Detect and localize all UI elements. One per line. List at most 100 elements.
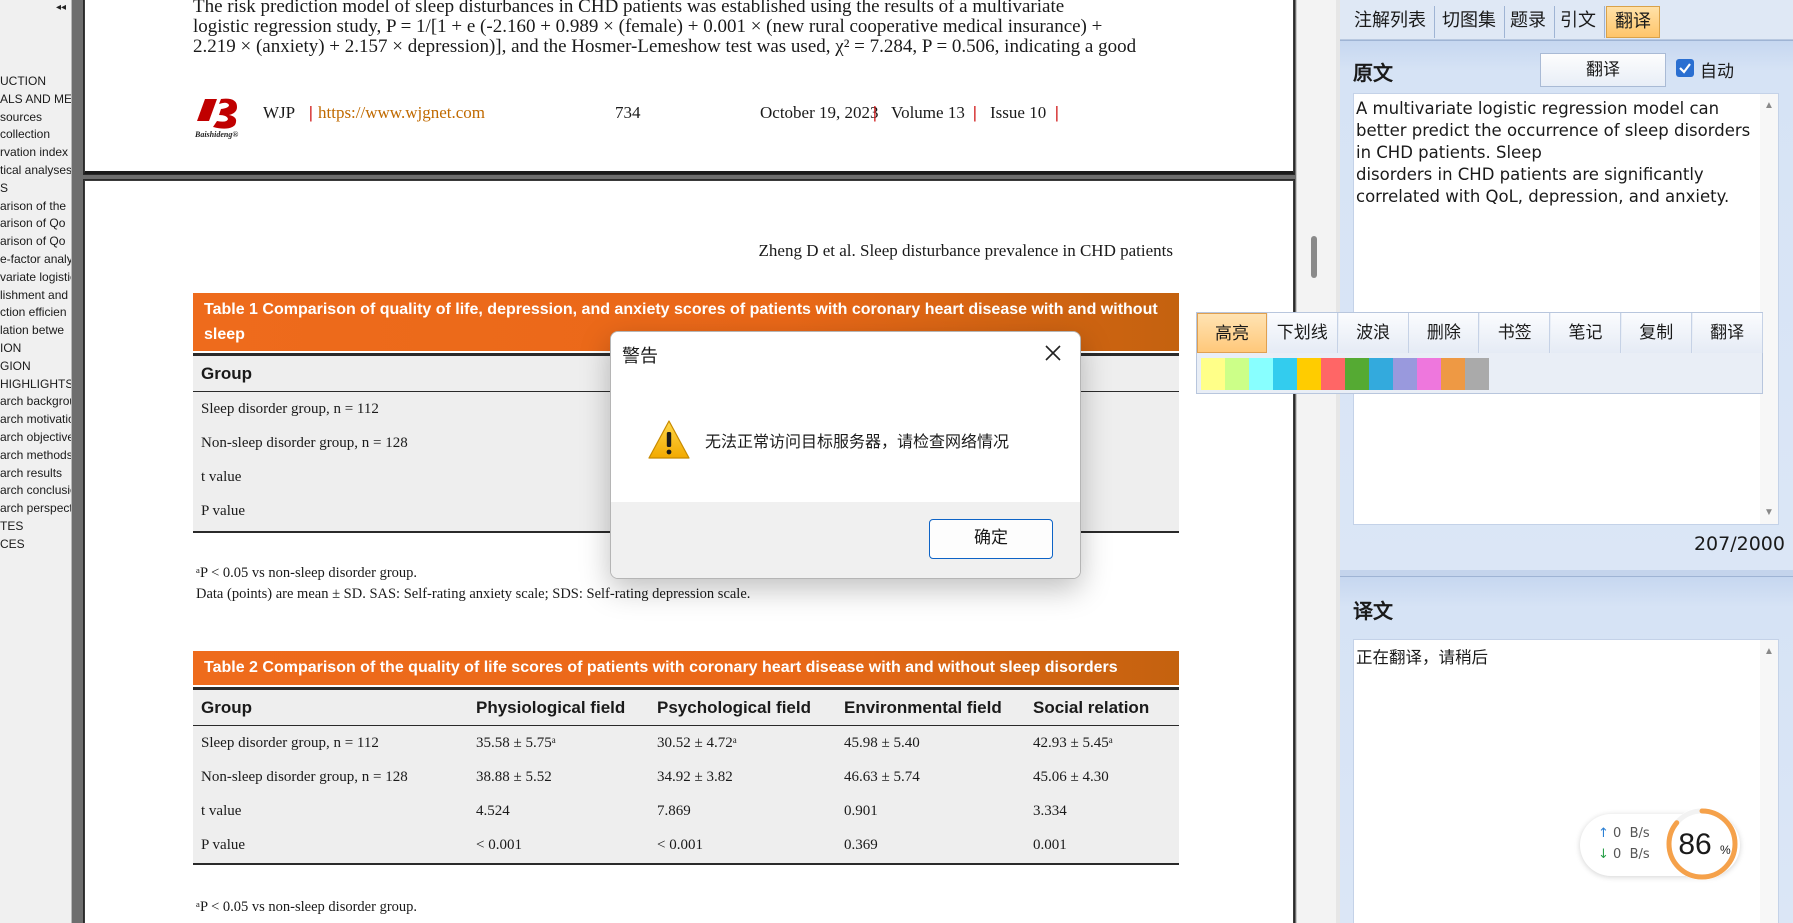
outline-item[interactable]: lishment and <box>0 286 71 304</box>
check-icon <box>1679 63 1691 74</box>
scroll-up-icon[interactable]: ▲ <box>1764 100 1774 111</box>
outline-item[interactable]: arch objective <box>0 428 71 446</box>
outline-item[interactable]: tical analyses <box>0 161 71 179</box>
ok-button[interactable]: 确定 <box>929 519 1053 559</box>
table1-row-label: Non-sleep disorder group, n = 128 <box>201 435 408 451</box>
toolbar-delete-button[interactable]: 删除 <box>1409 313 1480 353</box>
color-swatch[interactable] <box>1369 358 1393 390</box>
panel-tabs: 注解列表 切图集 题录 引文 翻译 <box>1340 0 1793 40</box>
color-swatch[interactable] <box>1225 358 1249 390</box>
source-text[interactable]: A multivariate logistic regression model… <box>1354 94 1778 208</box>
gauge-percent: 86 <box>1678 828 1711 861</box>
outline-item[interactable]: ALS AND MET <box>0 90 71 108</box>
translation-text: 正在翻译，请稍后 <box>1356 648 1488 667</box>
collapse-outline-icon[interactable]: ◂◂ <box>56 2 66 13</box>
color-swatch[interactable] <box>1417 358 1441 390</box>
table2-cell: 0.001 <box>1033 837 1067 853</box>
dialog-titlebar[interactable]: 警告 <box>611 332 1080 374</box>
auto-translate-checkbox[interactable] <box>1676 59 1694 77</box>
outline-item[interactable]: arch results <box>0 464 71 482</box>
table2-cell: 0.369 <box>844 837 878 853</box>
tab-bibliography[interactable]: 题录 <box>1502 6 1555 38</box>
color-swatch[interactable] <box>1273 358 1297 390</box>
tab-translate[interactable]: 翻译 <box>1606 6 1660 38</box>
tab-citations[interactable]: 引文 <box>1552 6 1605 38</box>
outline-item[interactable]: arison of the <box>0 197 71 215</box>
table2-cell: < 0.001 <box>657 837 703 853</box>
outline-item[interactable]: CES <box>0 535 71 553</box>
toolbar-underline-button[interactable]: 下划线 <box>1267 313 1338 353</box>
outline-item[interactable]: variate logistic <box>0 268 71 286</box>
toolbar-wavy-button[interactable]: 波浪 <box>1338 313 1409 353</box>
translation-scrollbar[interactable]: ▲ <box>1760 640 1778 923</box>
toolbar-translate-button[interactable]: 翻译 <box>1692 313 1763 353</box>
app-window: ◂◂ UCTION ALS AND MET sources collection rva… <box>0 0 1793 923</box>
table2: Group Physiological field Psychological … <box>193 687 1179 865</box>
table2-cell: 34.92 ± 3.82 <box>657 769 733 785</box>
color-swatch[interactable] <box>1249 358 1273 390</box>
toolbar-copy-button[interactable]: 复制 <box>1621 313 1692 353</box>
color-swatch[interactable] <box>1465 358 1489 390</box>
source-section: 原文 翻译 自动 A multivariate logistic regress… <box>1340 40 1793 570</box>
toolbar-note-button[interactable]: 笔记 <box>1551 313 1621 353</box>
table2-row-label: P value <box>201 837 246 853</box>
outline-item[interactable]: ction efficien <box>0 303 71 321</box>
outline-item[interactable]: lation betwe <box>0 321 71 339</box>
outline-item[interactable]: ION <box>0 339 71 357</box>
divider: | <box>873 103 877 122</box>
toolbar-highlight-button[interactable]: 高亮 <box>1197 313 1267 353</box>
outline-item[interactable]: TES <box>0 517 71 535</box>
outline-item[interactable]: arch motivatio <box>0 410 71 428</box>
color-swatch[interactable] <box>1441 358 1465 390</box>
issue: Issue 10 <box>990 103 1047 122</box>
close-icon[interactable] <box>1036 336 1070 370</box>
divider: | <box>1055 103 1059 122</box>
table1-data-note: Data (points) are mean ± SD. SAS: Self-r… <box>196 586 751 602</box>
outline-item[interactable]: arch backgrou <box>0 392 71 410</box>
table2-header-cell: Psychological field <box>657 698 811 717</box>
running-head: Zheng D et al. Sleep disturbance prevale… <box>758 241 1173 260</box>
tab-snapshots[interactable]: 切图集 <box>1434 6 1505 38</box>
color-swatch[interactable] <box>1297 358 1321 390</box>
outline-item[interactable]: S <box>0 179 71 197</box>
outline-item[interactable]: arch conclusio <box>0 481 71 499</box>
memory-gauge[interactable]: 86 % <box>1662 804 1742 884</box>
color-swatch[interactable] <box>1345 358 1369 390</box>
outline-item[interactable]: rvation index <box>0 143 71 161</box>
outline-item[interactable]: HIGHLIGHTS <box>0 375 71 393</box>
table2-header-cell: Physiological field <box>476 698 626 717</box>
table2-cell: 42.93 ± 5.45ᵃ <box>1033 735 1113 751</box>
table2-header-cell: Group <box>201 698 252 717</box>
warning-dialog: 警告 无法正常访问目标服务器，请检查网络情况 确定 <box>610 331 1081 579</box>
document-scrollbar[interactable] <box>1296 0 1336 923</box>
tab-annotation-list[interactable]: 注解列表 <box>1346 6 1435 38</box>
outline-item[interactable]: e-factor analy <box>0 250 71 268</box>
table2-row-label: Non-sleep disorder group, n = 128 <box>201 769 408 785</box>
outline-item[interactable]: UCTION <box>0 72 71 90</box>
scrollbar-thumb[interactable] <box>1311 236 1317 278</box>
table2-cell: < 0.001 <box>476 837 522 853</box>
outline-item[interactable]: GION <box>0 357 71 375</box>
journal-url-link[interactable]: https://www.wjgnet.com <box>318 103 485 123</box>
outline-item[interactable]: arch perspect <box>0 499 71 517</box>
outline-item[interactable]: arison of Qo <box>0 232 71 250</box>
table2-row-label: Sleep disorder group, n = 112 <box>201 735 379 751</box>
table2-header-row: Group Physiological field Psychological … <box>193 690 1179 726</box>
scroll-down-icon[interactable]: ▼ <box>1764 507 1774 518</box>
outline-item[interactable]: collection <box>0 125 71 143</box>
toolbar-bookmark-button[interactable]: 书签 <box>1480 313 1551 353</box>
divider: | <box>309 103 313 122</box>
translate-button[interactable]: 翻译 <box>1540 53 1666 87</box>
outline-item[interactable]: sources <box>0 108 71 126</box>
color-swatch[interactable] <box>1321 358 1345 390</box>
source-text-area[interactable]: A multivariate logistic regression model… <box>1353 93 1779 525</box>
outline-item[interactable]: arison of Qo <box>0 214 71 232</box>
color-swatch[interactable] <box>1393 358 1417 390</box>
scroll-up-icon[interactable]: ▲ <box>1764 646 1774 657</box>
logo-wordmark: Baishideng® <box>194 130 238 139</box>
source-scrollbar[interactable]: ▲ ▼ <box>1760 94 1778 524</box>
speed-unit: B/s <box>1629 826 1650 841</box>
outline-item[interactable]: arch methods <box>0 446 71 464</box>
color-swatch[interactable] <box>1201 358 1225 390</box>
table2-cell: 46.63 ± 5.74 <box>844 769 920 785</box>
